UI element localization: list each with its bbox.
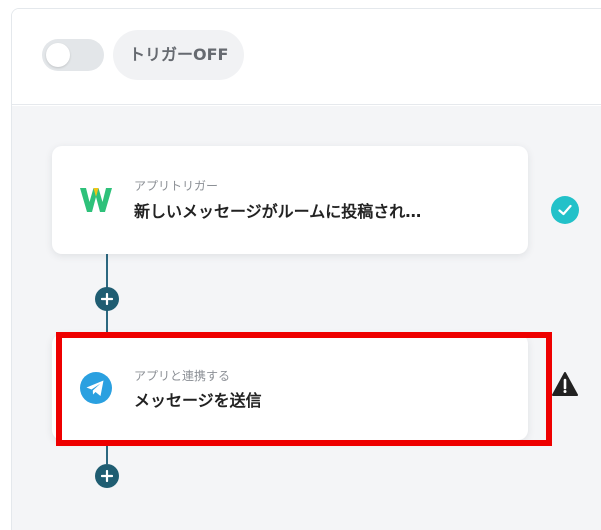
flow-header: トリガーOFF (12, 9, 601, 105)
step-card-action[interactable]: アプリと連携する メッセージを送信 (52, 334, 528, 440)
trigger-toggle[interactable] (42, 39, 104, 71)
trigger-status-label: トリガーOFF (113, 30, 245, 80)
add-step-button[interactable] (95, 287, 119, 311)
step-subtitle: アプリと連携する (134, 369, 231, 383)
warning-icon (551, 370, 579, 398)
plus-icon (101, 470, 113, 482)
check-icon (551, 196, 579, 224)
step-subtitle: アプリトリガー (134, 179, 219, 193)
plus-icon (101, 293, 113, 305)
telegram-icon (78, 370, 114, 406)
step-title: メッセージを送信 (134, 391, 262, 410)
step-title: 新しいメッセージがルームに投稿され… (134, 202, 422, 221)
connector-line (106, 440, 108, 464)
step-card-trigger[interactable]: アプリトリガー 新しいメッセージがルームに投稿され… (52, 146, 528, 254)
w-logo-icon (78, 182, 114, 218)
toggle-knob (46, 43, 70, 67)
add-step-button[interactable] (95, 464, 119, 488)
flow-panel: トリガーOFF (11, 8, 601, 530)
